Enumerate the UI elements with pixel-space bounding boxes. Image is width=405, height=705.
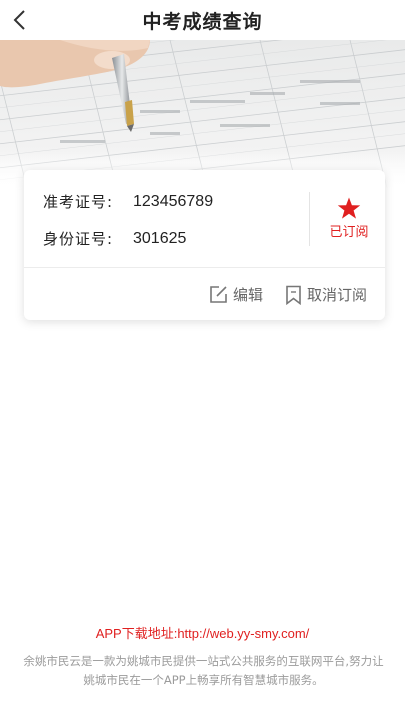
subscription-card: 准考证号: 123456789 身份证号: 301625 已订阅 编辑 取消订阅 xyxy=(24,170,385,320)
unsubscribe-label: 取消订阅 xyxy=(306,286,367,304)
divider xyxy=(309,192,310,246)
subscribed-badge: 已订阅 xyxy=(319,197,379,240)
app-description: 余姚市民云是一款为姚城市民提供一站式公共服务的互联网平台,努力让姚城市民在一个A… xyxy=(23,654,384,687)
id-number-row: 身份证号: 301625 xyxy=(43,228,186,249)
banner-image xyxy=(0,40,405,190)
card-info: 准考证号: 123456789 身份证号: 301625 已订阅 xyxy=(24,170,385,268)
bookmark-icon xyxy=(286,285,301,305)
edit-button[interactable]: 编辑 xyxy=(209,284,263,305)
download-link[interactable]: APP下载地址:http://web.yy-smy.com/ xyxy=(0,623,405,642)
edit-label: 编辑 xyxy=(232,286,263,304)
unsubscribe-button[interactable]: 取消订阅 xyxy=(285,284,367,305)
card-actions: 编辑 取消订阅 xyxy=(209,284,367,305)
nav-bar: 中考成绩查询 xyxy=(0,0,405,40)
star-icon xyxy=(337,197,361,219)
edit-icon xyxy=(210,286,227,303)
page: 中考成绩查询 准考证号: 123456789 身份证号: 301625 已订阅 … xyxy=(0,0,405,705)
id-number-label: 身份证号: xyxy=(43,230,114,248)
exam-number-row: 准考证号: 123456789 xyxy=(43,191,213,212)
exam-number-label: 准考证号: xyxy=(43,193,114,211)
page-title: 中考成绩查询 xyxy=(142,11,263,33)
exam-number-value: 123456789 xyxy=(133,192,214,210)
subscribed-label: 已订阅 xyxy=(329,225,369,240)
id-number-value: 301625 xyxy=(133,229,187,247)
